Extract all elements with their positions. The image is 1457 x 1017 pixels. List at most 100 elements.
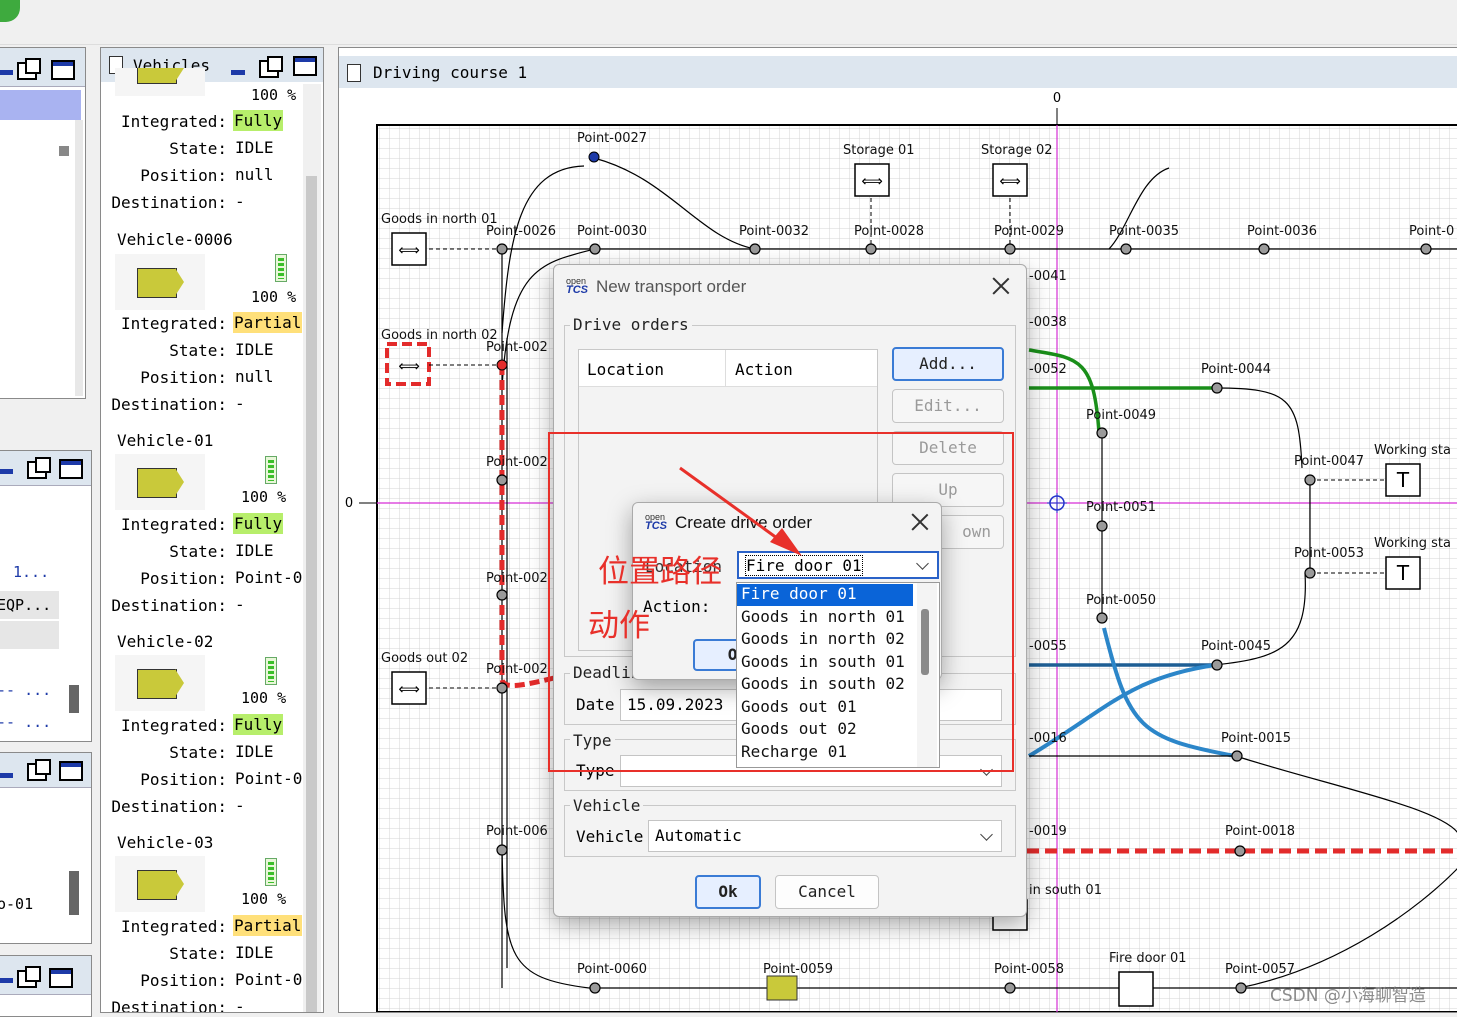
undock-icon[interactable] bbox=[17, 966, 41, 988]
position-label: Position: bbox=[140, 770, 227, 789]
point-node[interactable] bbox=[496, 474, 508, 486]
undock-icon[interactable] bbox=[17, 58, 41, 80]
point-label: Point-0053 bbox=[1294, 546, 1364, 561]
point-node[interactable] bbox=[1304, 567, 1316, 579]
undock-icon[interactable] bbox=[27, 759, 51, 781]
point-label: Point-0 bbox=[1409, 224, 1454, 239]
point-node[interactable] bbox=[1420, 243, 1432, 255]
point-label: Point-0047 bbox=[1294, 454, 1364, 469]
location-label: in south 01 bbox=[1029, 883, 1102, 898]
point-node[interactable] bbox=[1211, 659, 1223, 671]
list-item[interactable]: -- ... bbox=[0, 713, 51, 731]
state-value: IDLE bbox=[235, 742, 274, 761]
vehicles-scroll-thumb[interactable] bbox=[306, 176, 317, 1012]
point-node[interactable] bbox=[1231, 750, 1243, 762]
maximize-icon[interactable] bbox=[49, 968, 73, 988]
add-button[interactable]: Add... bbox=[892, 347, 1004, 381]
vehicle-marker[interactable] bbox=[766, 975, 798, 1001]
dropdown-option[interactable]: Goods in south 02 bbox=[737, 674, 913, 696]
position-value: null bbox=[235, 165, 274, 184]
undock-icon[interactable] bbox=[259, 56, 283, 78]
dropdown-option[interactable]: Recharge 01 bbox=[737, 742, 913, 764]
point-label: Point-0058 bbox=[994, 962, 1064, 977]
cancel-button[interactable]: Cancel bbox=[775, 875, 879, 909]
vehicle-label: Vehicle bbox=[576, 827, 644, 846]
dropdown-option[interactable]: Goods out 02 bbox=[737, 719, 913, 741]
scroll-thumb[interactable] bbox=[59, 146, 69, 156]
maximize-icon[interactable] bbox=[293, 56, 317, 76]
point-node[interactable] bbox=[496, 243, 508, 255]
selected-row[interactable] bbox=[0, 90, 81, 120]
location-dropdown-list[interactable]: Fire door 01 Goods in north 01 Goods in … bbox=[736, 582, 940, 768]
state-value: IDLE bbox=[235, 943, 274, 962]
minimize-icon[interactable] bbox=[0, 469, 13, 474]
minimize-icon[interactable] bbox=[0, 773, 13, 778]
point-node[interactable] bbox=[496, 844, 508, 856]
point-node[interactable] bbox=[1096, 427, 1108, 439]
point-node[interactable] bbox=[1096, 612, 1108, 624]
scrollbar[interactable] bbox=[75, 120, 83, 396]
point-node[interactable] bbox=[749, 243, 761, 255]
minimize-icon[interactable] bbox=[231, 70, 245, 75]
edit-button[interactable]: Edit... bbox=[892, 389, 1004, 423]
scroll-thumb[interactable] bbox=[69, 685, 79, 713]
dropdown-scroll-thumb[interactable] bbox=[921, 609, 929, 675]
minimize-icon[interactable] bbox=[0, 70, 13, 75]
point-label: Point-0057 bbox=[1225, 962, 1295, 977]
destination-label: Destination: bbox=[111, 193, 227, 212]
close-icon[interactable] bbox=[992, 277, 1010, 295]
vehicle-select[interactable]: Automatic bbox=[648, 820, 1002, 852]
maximize-icon[interactable] bbox=[59, 459, 83, 479]
dialog-title: New transport order bbox=[596, 277, 747, 296]
left-panel-top bbox=[0, 47, 86, 399]
dropdown-option[interactable]: Goods in south 01 bbox=[737, 652, 913, 674]
position-label: Position: bbox=[140, 166, 227, 185]
dropdown-option[interactable]: Fire door 01 bbox=[737, 584, 913, 606]
point-node[interactable] bbox=[1004, 243, 1016, 255]
column-header-location[interactable]: Location bbox=[587, 360, 664, 379]
ok-button[interactable]: Ok bbox=[695, 875, 761, 909]
close-icon[interactable] bbox=[911, 513, 929, 531]
scroll-thumb[interactable] bbox=[69, 871, 79, 915]
point-node[interactable] bbox=[1096, 520, 1108, 532]
watermark: CSDN @小海聊智造 bbox=[1270, 986, 1426, 1006]
point-node[interactable] bbox=[1304, 474, 1316, 486]
list-item[interactable]: o-01 bbox=[0, 895, 33, 913]
point-node[interactable] bbox=[1258, 243, 1270, 255]
list-item[interactable]: -- ... bbox=[0, 681, 51, 699]
vehicle-icon bbox=[115, 454, 205, 510]
maximize-icon[interactable] bbox=[51, 60, 75, 80]
dropdown-option[interactable]: Goods in north 01 bbox=[737, 607, 913, 629]
vehicle-group-label: Vehicle bbox=[570, 796, 644, 815]
point-node[interactable] bbox=[1211, 382, 1223, 394]
point-node[interactable] bbox=[589, 982, 601, 994]
vehicle-icon bbox=[115, 655, 205, 711]
point-node[interactable] bbox=[1235, 982, 1247, 994]
integrated-value: Fully bbox=[233, 110, 284, 131]
dropdown-option[interactable]: Goods in north 02 bbox=[737, 629, 913, 651]
point-node[interactable] bbox=[496, 682, 508, 694]
location-label: Working sta bbox=[1374, 443, 1451, 458]
point-node[interactable] bbox=[1004, 982, 1016, 994]
point-node[interactable] bbox=[865, 243, 877, 255]
point-node[interactable] bbox=[1120, 243, 1132, 255]
location-box[interactable] bbox=[1118, 971, 1154, 1007]
location-label: Goods in north 02 bbox=[381, 328, 498, 343]
point-node[interactable] bbox=[1234, 845, 1246, 857]
point-node[interactable] bbox=[496, 589, 508, 601]
state-label: State: bbox=[169, 139, 227, 158]
point-node[interactable] bbox=[588, 151, 600, 163]
location-glyph: T bbox=[1396, 561, 1410, 585]
point-node[interactable] bbox=[589, 243, 601, 255]
list-item[interactable]: 1... bbox=[13, 563, 49, 581]
column-header-action[interactable]: Action bbox=[735, 360, 793, 379]
maximize-icon[interactable] bbox=[59, 761, 83, 781]
destination-value: - bbox=[235, 796, 245, 815]
list-item[interactable]: EQP... bbox=[0, 591, 59, 619]
destination-value: - bbox=[235, 394, 245, 413]
dropdown-option[interactable]: Goods out 01 bbox=[737, 697, 913, 719]
integrated-label: Integrated: bbox=[121, 917, 227, 936]
minimize-icon[interactable] bbox=[0, 978, 13, 983]
list-item[interactable] bbox=[0, 621, 59, 649]
undock-icon[interactable] bbox=[27, 457, 51, 479]
